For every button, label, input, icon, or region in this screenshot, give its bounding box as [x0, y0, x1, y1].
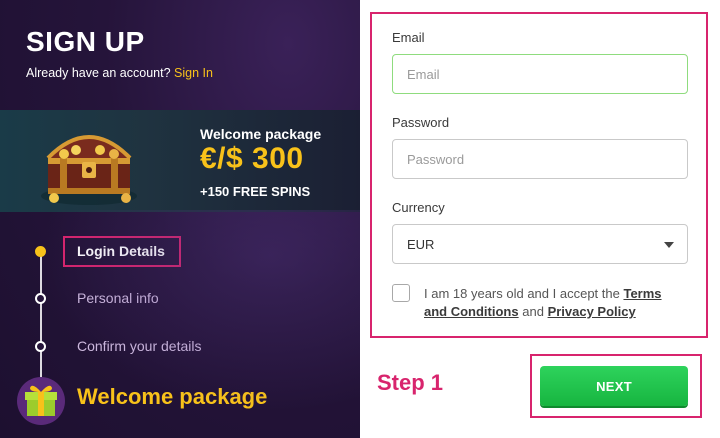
page-title: SIGN UP [26, 26, 145, 57]
currency-select[interactable]: EUR [392, 224, 688, 264]
step-dot-active-icon [35, 246, 46, 257]
steps-progress-line [40, 256, 42, 386]
email-label: Email [392, 30, 425, 45]
step-login-details: Login Details [77, 243, 165, 259]
welcome-package-title: Welcome package [77, 384, 268, 409]
email-field[interactable] [392, 54, 688, 94]
step-annotation: Step 1 [377, 370, 444, 395]
treasure-chest-icon [41, 135, 137, 205]
step-highlight-frame [63, 236, 181, 267]
privacy-policy-link[interactable]: Privacy Policy [548, 304, 636, 319]
currency-label: Currency [392, 200, 445, 215]
age-terms-checkbox[interactable] [392, 284, 410, 302]
signup-side-panel: SIGN UP Already have an account? Sign In… [0, 0, 360, 438]
have-account-label: Already have an account? [26, 66, 171, 80]
terms-and: and [522, 304, 544, 319]
password-field[interactable] [392, 139, 688, 179]
password-label: Password [392, 115, 450, 130]
have-account-text: Already have an account? Sign In [26, 66, 213, 80]
step-personal-info: Personal info [77, 290, 159, 306]
chevron-down-icon [664, 242, 674, 248]
promo-free-spins: +150 FREE SPINS [200, 184, 311, 199]
step-dot-icon [35, 341, 46, 352]
terms-text: I am 18 years old and I accept the Terms… [424, 285, 686, 321]
sign-in-link[interactable]: Sign In [174, 66, 213, 80]
step-confirm-details: Confirm your details [77, 338, 202, 354]
next-button[interactable]: NEXT [540, 366, 688, 406]
terms-prefix: I am 18 years old and I accept the [424, 286, 620, 301]
promo-label: Welcome package [200, 126, 322, 142]
currency-value: EUR [407, 237, 435, 252]
welcome-promo-banner: Welcome package €/$ 300 +150 FREE SPINS [0, 110, 360, 212]
step-dot-icon [35, 293, 46, 304]
gift-icon [17, 377, 65, 425]
promo-amount: €/$ 300 [200, 142, 304, 175]
